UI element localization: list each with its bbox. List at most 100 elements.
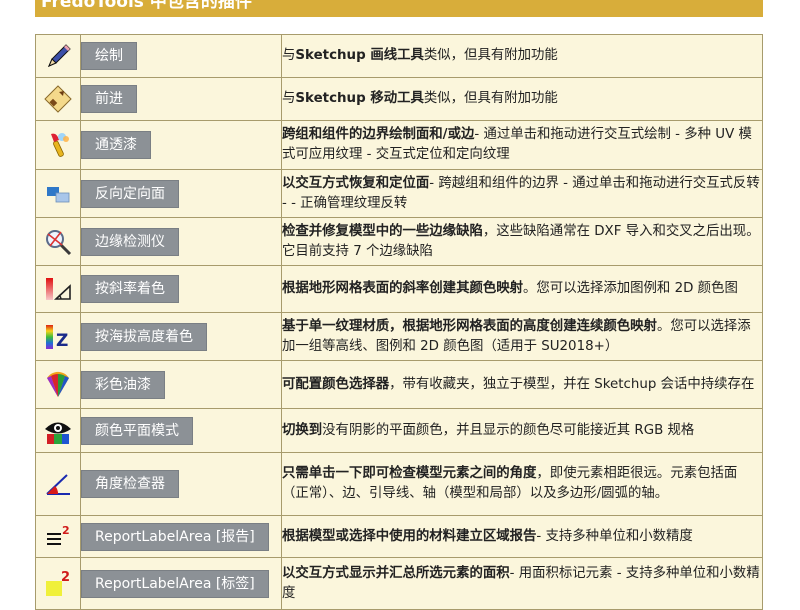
plugin-description-cell: 检查并修复模型中的一些边缘缺陷，这些缺陷通常在 DXF 导入和交叉之后出现。它目…	[281, 217, 763, 266]
eye-color-icon	[43, 416, 73, 446]
plugin-row: 彩色油漆 可配置颜色选择器，带有收藏夹，独立于模型，并在 Sketchup 会话中…	[35, 360, 763, 409]
plugin-name-cell: ReportLabelArea [报告]	[80, 515, 282, 558]
plugin-name-cell: 角度检查器	[80, 452, 282, 516]
plugin-icon-cell: Z	[35, 312, 81, 361]
plugin-icon-cell	[35, 360, 81, 409]
plugin-name-button[interactable]: ReportLabelArea [报告]	[81, 522, 269, 551]
plugin-name-cell: 反向定向面	[80, 169, 282, 218]
description-highlight: Sketchup 移动工具	[295, 91, 424, 106]
description-text: 。您可以选择添加图例和 2D 颜色图	[523, 281, 738, 296]
plugin-row: Z 按海拔高度着色 基于单一纹理材质，根据地形网格表面的高度创建连续颜色映射。您可以…	[35, 312, 763, 361]
plugin-name-button[interactable]: 边缘检测仪	[81, 227, 179, 256]
plugin-name-cell: 通透漆	[80, 120, 282, 170]
plugin-description: 以交互方式显示并汇总所选元素的面积- 用面积标记元素 - 支持多种单位和小数精度	[282, 566, 760, 601]
face-orient-icon	[43, 179, 73, 209]
slope-color-icon	[43, 274, 73, 304]
plugin-icon-cell	[35, 169, 81, 218]
plugin-description-cell: 基于单一纹理材质，根据地形网格表面的高度创建连续颜色映射。您可以选择添加一组等高…	[281, 312, 763, 361]
plugin-name-cell: 前进	[80, 77, 282, 121]
plugins-table: 绘制 与Sketchup 画线工具类似，但具有附加功能 前进 与Sketchup 移动…	[35, 34, 763, 610]
svg-text:Z: Z	[56, 331, 68, 351]
description-suffix: 类似，但具有附加功能	[423, 91, 558, 106]
plugin-description: 根据地形网格表面的斜率创建其颜色映射。您可以选择添加图例和 2D 颜色图	[282, 281, 738, 296]
plugin-description-cell: 以交互方式恢复和定位面- 跨越组和组件的边界 - 通过单击和拖动进行交互式反转 …	[281, 169, 763, 218]
plugin-description: 跨组和组件的边界绘制面和/或边- 通过单击和拖动进行交互式绘制 - 多种 UV …	[282, 127, 752, 162]
plugin-name-button[interactable]: 反向定向面	[81, 179, 179, 208]
description-highlight: 以交互方式显示并汇总所选元素的面积	[282, 565, 510, 581]
paint-brush-icon	[43, 130, 73, 160]
description-highlight: 检查并修复模型中的一些边缘缺陷	[282, 223, 483, 239]
description-highlight: 根据模型或选择中使用的材料建立区域报告	[282, 528, 537, 544]
plugin-description: 可配置颜色选择器，带有收藏夹，独立于模型，并在 Sketchup 会话中持续存在	[282, 377, 754, 392]
plugin-icon-cell	[35, 217, 81, 266]
description-suffix: 类似，但具有附加功能	[423, 48, 558, 63]
plugin-name-cell: 彩色油漆	[80, 360, 282, 409]
color-fan-icon	[43, 370, 73, 400]
pencil-icon	[43, 41, 73, 71]
description-highlight: 跨组和组件的边界绘制面和/或边	[282, 127, 475, 142]
plugin-row: 绘制 与Sketchup 画线工具类似，但具有附加功能	[35, 34, 763, 78]
plugin-row: 通透漆 跨组和组件的边界绘制面和/或边- 通过单击和拖动进行交互式绘制 - 多种 …	[35, 120, 763, 170]
plugin-description: 基于单一纹理材质，根据地形网格表面的高度创建连续颜色映射。您可以选择添加一组等高…	[282, 319, 751, 354]
plugin-description-cell: 根据模型或选择中使用的材料建立区域报告- 支持多种单位和小数精度	[281, 515, 763, 558]
plugin-name-cell: 颜色平面模式	[80, 408, 282, 453]
plugin-description-cell: 只需单击一下即可检查模型元素之间的角度，即使元素相距很远。元素包括面（正常）、边…	[281, 452, 763, 516]
plugin-description-cell: 根据地形网格表面的斜率创建其颜色映射。您可以选择添加图例和 2D 颜色图	[281, 265, 763, 313]
plugin-description: 根据模型或选择中使用的材料建立区域报告- 支持多种单位和小数精度	[282, 529, 693, 544]
page-section-header: FredoTools 中包含的插件	[35, 0, 763, 17]
description-highlight: 切换到	[282, 422, 323, 438]
header-title: FredoTools 中包含的插件	[41, 0, 252, 12]
plugin-name-button[interactable]: ReportLabelArea [标签]	[81, 569, 269, 598]
plugin-icon-cell	[35, 265, 81, 313]
plugin-name-cell: 按海拔高度着色	[80, 312, 282, 361]
plugin-description: 与Sketchup 画线工具类似，但具有附加功能	[282, 48, 558, 63]
plugin-icon-cell	[35, 408, 81, 453]
plugin-name-cell: 边缘检测仪	[80, 217, 282, 266]
plugin-description: 只需单击一下即可检查模型元素之间的角度，即使元素相距很远。元素包括面（正常）、边…	[282, 466, 737, 501]
plugin-name-button[interactable]: 按海拔高度着色	[81, 322, 207, 351]
plugin-name-button[interactable]: 角度检查器	[81, 470, 179, 498]
plugin-row: 反向定向面 以交互方式恢复和定位面- 跨越组和组件的边界 - 通过单击和拖动进行交…	[35, 169, 763, 218]
plugin-row: 角度检查器 只需单击一下即可检查模型元素之间的角度，即使元素相距很远。元素包括面（…	[35, 452, 763, 516]
description-highlight: 根据地形网格表面的斜率创建其颜色映射	[282, 281, 524, 296]
angle-icon	[43, 469, 73, 499]
plugin-name-button[interactable]: 按斜率着色	[81, 275, 179, 303]
description-highlight: 只需单击一下即可检查模型元素之间的角度	[282, 466, 537, 481]
plugin-icon-cell	[35, 34, 81, 78]
plugin-row: 2 ReportLabelArea [报告] 根据模型或选择中使用的材料建立区域报告…	[35, 515, 763, 558]
plugin-description-cell: 可配置颜色选择器，带有收藏夹，独立于模型，并在 Sketchup 会话中持续存在	[281, 360, 763, 409]
plugin-icon-cell: 2	[35, 557, 81, 610]
description-highlight: Sketchup 画线工具	[295, 48, 424, 63]
plugin-description-cell: 切换到没有阴影的平面颜色，并且显示的颜色尽可能接近其 RGB 规格	[281, 408, 763, 453]
plugin-name-cell: 绘制	[80, 34, 282, 78]
plugin-row: 边缘检测仪 检查并修复模型中的一些边缘缺陷，这些缺陷通常在 DXF 导入和交叉之后…	[35, 217, 763, 266]
plugin-name-button[interactable]: 绘制	[81, 42, 137, 70]
plugin-name-button[interactable]: 通透漆	[81, 131, 151, 159]
svg-text:2: 2	[62, 524, 70, 537]
plugin-description: 检查并修复模型中的一些边缘缺陷，这些缺陷通常在 DXF 导入和交叉之后出现。它目…	[282, 224, 760, 259]
plugin-name-button[interactable]: 颜色平面模式	[81, 416, 193, 445]
plugin-description-cell: 以交互方式显示并汇总所选元素的面积- 用面积标记元素 - 支持多种单位和小数精度	[281, 557, 763, 610]
magnifier-edge-icon	[43, 227, 73, 257]
plugin-icon-cell	[35, 77, 81, 121]
plugin-icon-cell	[35, 452, 81, 516]
description-text: - 支持多种单位和小数精度	[536, 528, 693, 544]
plugin-name-button[interactable]: 彩色油漆	[81, 370, 165, 399]
plugin-row: 2 ReportLabelArea [标签] 以交互方式显示并汇总所选元素的面积- …	[35, 557, 763, 610]
plugin-description: 以交互方式恢复和定位面- 跨越组和组件的边界 - 通过单击和拖动进行交互式反转 …	[282, 176, 760, 211]
description-highlight: 基于单一纹理材质，根据地形网格表面的高度创建连续颜色映射	[282, 318, 657, 334]
plugin-name-cell: ReportLabelArea [标签]	[80, 557, 282, 610]
description-text: 没有阴影的平面颜色，并且显示的颜色尽可能接近其 RGB 规格	[322, 422, 695, 438]
description-text: ，带有收藏夹，独立于模型，并在 Sketchup 会话中持续存在	[389, 376, 755, 392]
plugin-row: 按斜率着色 根据地形网格表面的斜率创建其颜色映射。您可以选择添加图例和 2D 颜色…	[35, 265, 763, 313]
area-label-icon: 2	[43, 569, 73, 599]
plugin-description: 切换到没有阴影的平面颜色，并且显示的颜色尽可能接近其 RGB 规格	[282, 423, 694, 438]
description-prefix: 与	[282, 91, 296, 106]
description-prefix: 与	[282, 48, 296, 63]
area-report-icon: 2	[43, 522, 73, 552]
plugin-name-button[interactable]: 前进	[81, 85, 137, 113]
plugin-icon-cell: 2	[35, 515, 81, 558]
description-highlight: 可配置颜色选择器	[282, 376, 390, 392]
description-highlight: 以交互方式恢复和定位面	[282, 175, 430, 191]
plugin-description-cell: 跨组和组件的边界绘制面和/或边- 通过单击和拖动进行交互式绘制 - 多种 UV …	[281, 120, 763, 170]
